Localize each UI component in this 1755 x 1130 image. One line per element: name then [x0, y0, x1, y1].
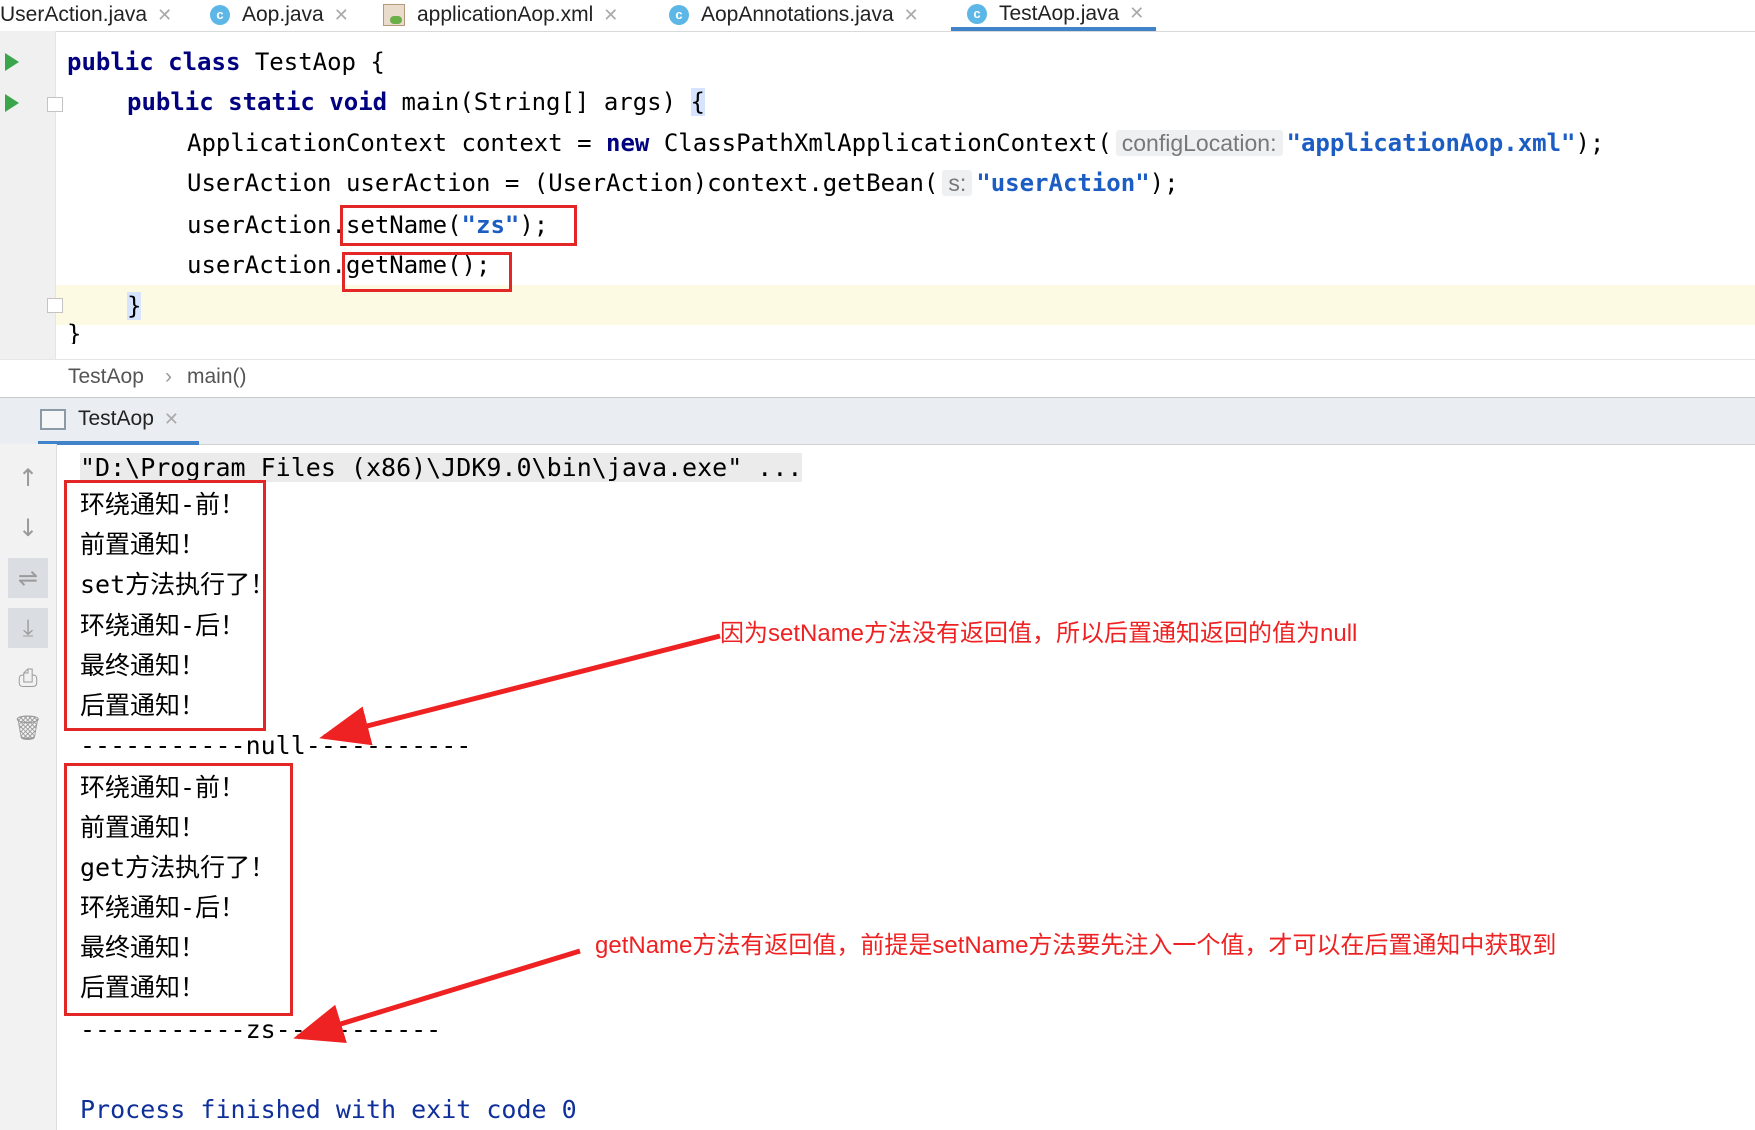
- arrow-to-null: [319, 633, 721, 746]
- annotation-zs-explanation: getName方法有返回值，前提是setName方法要先注入一个值，才可以在后置…: [595, 932, 1557, 959]
- annotation-arrows: [293, 633, 721, 1044]
- arrow-to-zs: [293, 948, 581, 1044]
- annotation-null-explanation: 因为setName方法没有返回值，所以后置通知返回的值为null: [720, 620, 1358, 647]
